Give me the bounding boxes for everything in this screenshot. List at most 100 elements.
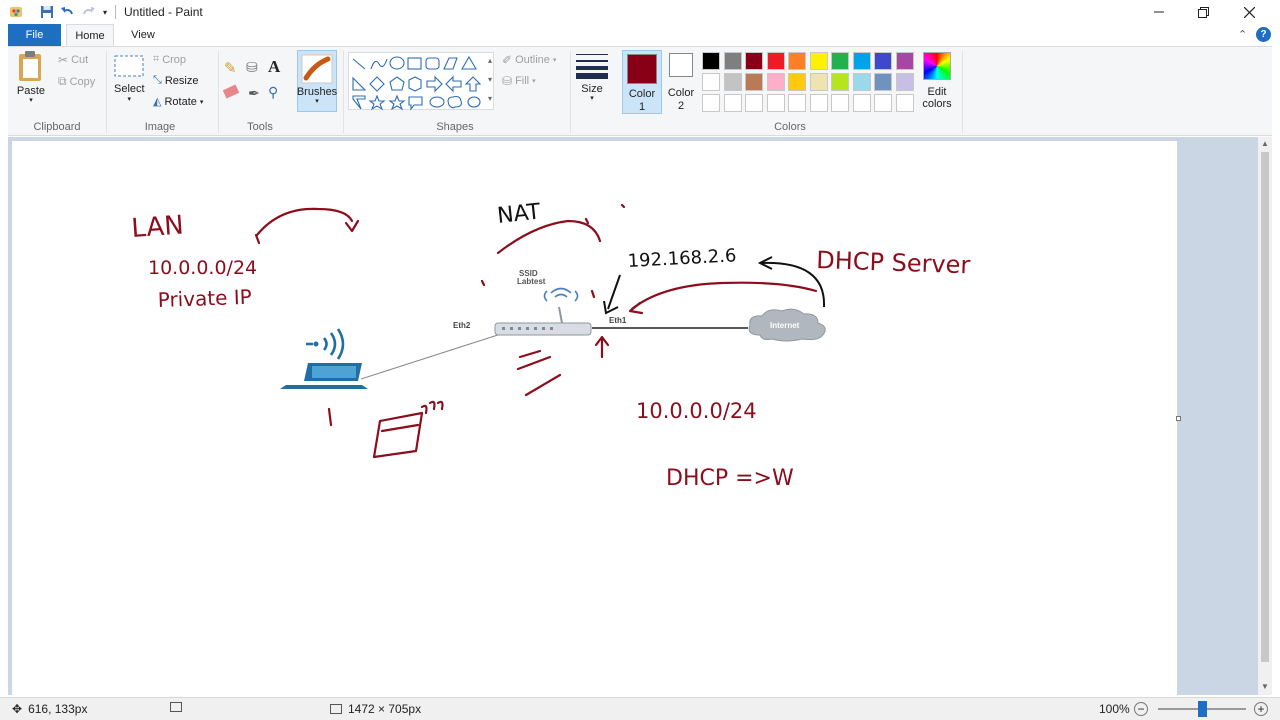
group-clipboard-label: Clipboard (33, 121, 81, 133)
zoom-out-button[interactable]: − (1134, 702, 1148, 716)
magnifier-tool[interactable]: ⚲ (268, 84, 278, 101)
size-button[interactable]: Size ▾ (574, 52, 610, 102)
palette-color-swatch[interactable] (895, 52, 914, 70)
palette-color-swatch[interactable] (831, 52, 849, 70)
fill-dropdown-icon[interactable]: ▾ (532, 77, 536, 85)
text-icon: A (268, 57, 281, 76)
undo-icon[interactable] (58, 4, 76, 20)
edit-colors-button[interactable]: Edit colors (920, 52, 954, 110)
resize-icon: ⤡ (153, 74, 162, 86)
ribbon-tabs: File Home View ⌃ ? (0, 24, 1280, 46)
palette-color-swatch[interactable] (852, 52, 871, 70)
zoom-slider-thumb[interactable] (1198, 701, 1207, 717)
fill-tool[interactable]: ⛁ (246, 59, 258, 76)
fill-icon: ⛁ (502, 74, 513, 88)
select-dropdown-icon[interactable]: ▾ (128, 95, 132, 103)
vertical-scrollbar[interactable]: ▲ ▼ (1258, 137, 1272, 695)
redo-icon[interactable] (80, 4, 98, 20)
rotate-dropdown-icon[interactable]: ▾ (200, 98, 204, 106)
tab-home[interactable]: Home (66, 24, 114, 46)
tab-view[interactable]: View (120, 24, 166, 46)
palette-color-swatch[interactable] (874, 52, 892, 70)
palette-color-swatch[interactable] (723, 73, 742, 91)
collapse-ribbon-icon[interactable]: ⌃ (1238, 28, 1247, 41)
palette-color-swatch[interactable] (831, 73, 849, 91)
custom-color-slot[interactable] (831, 94, 849, 112)
palette-color-swatch[interactable] (766, 73, 785, 91)
brushes-button[interactable]: Brushes ▾ (297, 50, 337, 112)
pencil-tool[interactable]: ✎ (224, 59, 237, 77)
close-button[interactable] (1226, 0, 1272, 24)
palette-color-swatch[interactable] (895, 73, 914, 91)
canvas-resize-handle[interactable] (1176, 416, 1181, 421)
customize-toolbar-icon[interactable]: ▾ (100, 4, 110, 20)
palette-color-swatch[interactable] (745, 52, 763, 70)
router-icon (494, 287, 592, 336)
custom-color-slot[interactable] (895, 94, 914, 112)
custom-color-slot[interactable] (745, 94, 763, 112)
save-icon[interactable] (38, 4, 56, 20)
title-separator (115, 5, 116, 19)
drawing-canvas[interactable]: SSID Labtest Eth2 Eth1 Internet LAN 10.0… (12, 141, 1177, 695)
copy-button[interactable]: ⧉ Copy (58, 74, 95, 89)
select-button[interactable]: Select ▾ (114, 55, 145, 103)
palette-color-swatch[interactable] (702, 73, 720, 91)
palette-color-swatch[interactable] (766, 52, 785, 70)
shapes-scroll[interactable]: ▴ ▾ ▾ (485, 51, 495, 111)
color2-button[interactable]: Color 2 (666, 53, 696, 112)
help-icon[interactable]: ? (1256, 27, 1271, 42)
custom-color-slot[interactable] (788, 94, 806, 112)
zoom-level-text: 100% (1099, 702, 1130, 716)
private-ip-annotation: Private IP (157, 285, 252, 312)
custom-color-slot[interactable] (852, 94, 871, 112)
paste-button[interactable]: Paste ▾ (16, 51, 46, 104)
scroll-up-icon[interactable]: ▲ (1261, 139, 1269, 148)
custom-color-slot[interactable] (766, 94, 785, 112)
custom-color-slot[interactable] (874, 94, 892, 112)
crop-button[interactable]: ⌗ Crop (153, 53, 186, 66)
nat-annotation: NAT (496, 200, 542, 229)
scroll-down-icon[interactable]: ▼ (1261, 682, 1269, 691)
cut-button[interactable]: ✂ Cut (58, 53, 88, 67)
color1-number: 1 (638, 101, 646, 113)
zoom-slider[interactable] (1158, 701, 1246, 717)
window-title: Untitled - Paint (124, 5, 203, 19)
crop-label: Crop (162, 53, 187, 66)
color-picker-tool[interactable]: ✒ (248, 85, 260, 102)
tab-file[interactable]: File (8, 24, 61, 46)
outline-button[interactable]: ✐ Outline ▾ (502, 53, 556, 67)
maximize-button[interactable] (1180, 0, 1226, 24)
palette-color-swatch[interactable] (788, 73, 806, 91)
brushes-dropdown-icon[interactable]: ▾ (315, 97, 319, 105)
paint-app-icon[interactable] (6, 4, 26, 20)
paste-icon (19, 51, 41, 81)
palette-color-swatch[interactable] (723, 52, 742, 70)
palette-color-swatch[interactable] (809, 52, 828, 70)
custom-color-slot[interactable] (723, 94, 742, 112)
lan-subnet-annotation-2: 10.0.0.0/24 (636, 399, 757, 423)
color1-button[interactable]: Color 1 (622, 50, 662, 114)
rotate-button[interactable]: ◭ Rotate ▾ (153, 95, 204, 109)
palette-color-swatch[interactable] (852, 73, 871, 91)
resize-button[interactable]: ⤡ Resize (153, 74, 198, 87)
palette-color-swatch[interactable] (809, 73, 828, 91)
eraser-tool[interactable] (222, 84, 240, 99)
shapes-gallery[interactable] (348, 52, 494, 111)
scrollbar-thumb[interactable] (1261, 152, 1269, 662)
palette-color-swatch[interactable] (874, 73, 892, 91)
custom-color-slot[interactable] (809, 94, 828, 112)
palette-color-swatch[interactable] (702, 52, 720, 70)
custom-color-slot[interactable] (702, 94, 720, 112)
fill-button[interactable]: ⛁ Fill ▾ (502, 74, 536, 88)
palette-color-swatch[interactable] (788, 52, 806, 70)
outline-dropdown-icon[interactable]: ▾ (553, 56, 557, 64)
text-tool[interactable]: A (268, 57, 280, 77)
zoom-out-icon: − (1134, 702, 1148, 716)
color2-swatch (669, 53, 693, 77)
minimize-button[interactable] (1136, 0, 1182, 24)
paste-dropdown-icon[interactable]: ▾ (29, 96, 33, 104)
title-bar: ▾ Untitled - Paint (0, 0, 1280, 24)
palette-color-swatch[interactable] (745, 73, 763, 91)
zoom-in-button[interactable]: + (1254, 702, 1268, 716)
size-dropdown-icon[interactable]: ▾ (590, 94, 594, 102)
